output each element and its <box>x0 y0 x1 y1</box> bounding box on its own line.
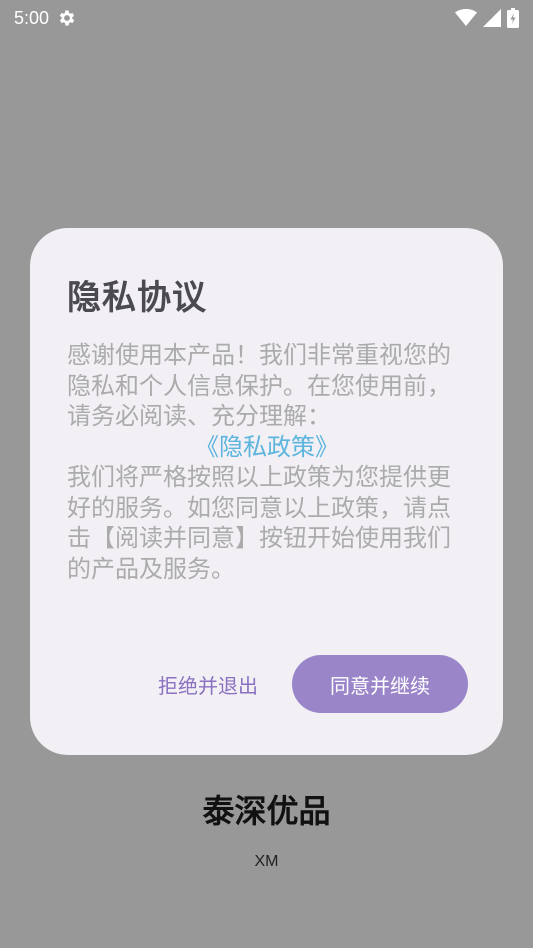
agree-and-continue-button[interactable]: 同意并继续 <box>292 655 468 713</box>
status-time: 5:00 <box>14 7 50 28</box>
screen: 5:00 泰深优品 XM 隐私协议 感谢使用本产品！我们非常重视您的隐私和个人信… <box>0 0 533 948</box>
dialog-title: 隐私协议 <box>67 278 207 318</box>
app-subtitle: XM <box>254 853 279 870</box>
wifi-icon <box>455 9 477 27</box>
reject-and-exit-button[interactable]: 拒绝并退出 <box>142 655 274 713</box>
app-name: 泰深优品 <box>202 792 331 830</box>
battery-charging-icon <box>507 8 519 28</box>
dialog-outro-text: 我们将严格按照以上政策为您提供更好的服务。如您同意以上政策，请点击【阅读并同意】… <box>67 463 451 583</box>
cellular-signal-icon <box>483 9 501 27</box>
status-bar: 5:00 <box>0 0 533 36</box>
status-left: 5:00 <box>14 8 77 29</box>
privacy-dialog: 隐私协议 感谢使用本产品！我们非常重视您的隐私和个人信息保护。在您使用前，请务必… <box>30 228 503 755</box>
dialog-intro-text: 感谢使用本产品！我们非常重视您的隐私和个人信息保护。在您使用前，请务必阅读、充分… <box>67 341 451 430</box>
dialog-body: 感谢使用本产品！我们非常重视您的隐私和个人信息保护。在您使用前，请务必阅读、充分… <box>67 340 467 584</box>
gear-icon <box>57 8 77 28</box>
status-right <box>455 8 519 28</box>
privacy-policy-link[interactable]: 《隐私政策》 <box>67 432 467 463</box>
